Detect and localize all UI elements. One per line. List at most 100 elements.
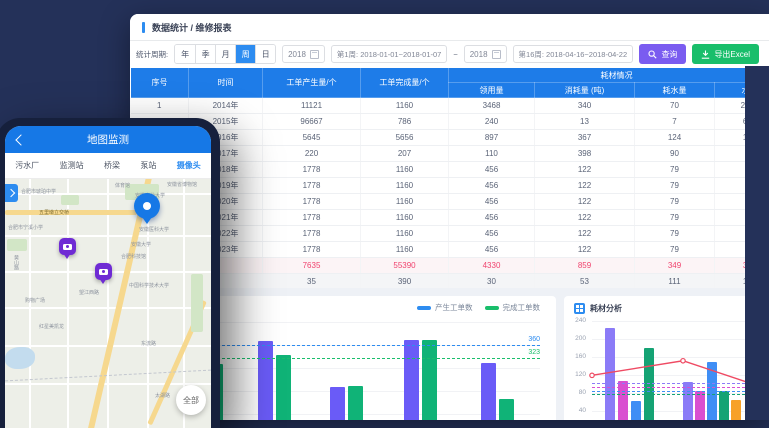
map-place-label: 合肥市琥珀中学 <box>21 188 56 195</box>
table-cell: 367 <box>535 130 635 146</box>
phone-navbar: 地图监测 <box>5 126 211 153</box>
table-row[interactable]: 102023年177811604561227967 <box>131 242 769 258</box>
table-cell: 340 <box>535 98 635 114</box>
table-cell: 79 <box>635 226 715 242</box>
table-cell: 1160 <box>361 178 449 194</box>
map-lake <box>5 347 35 369</box>
bar-completed[interactable] <box>348 386 363 420</box>
bar-produced[interactable] <box>330 387 345 420</box>
start-range-input[interactable]: 第1周: 2018-01-01~2018-01-07 <box>331 45 447 63</box>
selected-camera-pin[interactable] <box>134 193 160 219</box>
table-cell: 79 <box>635 210 715 226</box>
map-expand-button[interactable] <box>5 184 18 202</box>
period-segmented[interactable]: 年季月周日 <box>174 44 276 64</box>
phone-tab-泵站[interactable]: 泵站 <box>140 160 156 171</box>
table-row[interactable]: 52018年177811604561227967 <box>131 162 769 178</box>
map-park <box>61 195 79 205</box>
table-row[interactable]: 82021年177811604561227967 <box>131 210 769 226</box>
report-table-container: 序号时间工单产生量/个工单完成量/个耗材情况领用量消耗量 (吨)耗水量水量120… <box>130 67 769 290</box>
table-cell: 122 <box>535 178 635 194</box>
camera-icon <box>63 244 72 250</box>
bar-produced[interactable] <box>258 341 273 420</box>
calendar-icon <box>310 50 319 59</box>
table-cell: 1778 <box>263 226 361 242</box>
table-cell: 90 <box>635 146 715 162</box>
table-cell: 1778 <box>263 178 361 194</box>
phone-tab-摄像头[interactable]: 摄像头 <box>177 160 201 171</box>
map-park <box>191 274 203 332</box>
column-header: 时间 <box>189 68 263 98</box>
period-option-季[interactable]: 季 <box>195 45 215 63</box>
line-data-point[interactable] <box>590 373 594 377</box>
period-label: 统计周期: <box>136 49 168 60</box>
range-separator: ~ <box>453 50 457 59</box>
calendar-icon <box>492 50 501 59</box>
table-cell: 1 <box>131 98 189 114</box>
table-cell: 220 <box>263 146 361 162</box>
table-row[interactable]: 92022年177811604561227967 <box>131 226 769 242</box>
reference-line-label: 360 <box>528 336 540 343</box>
period-option-日[interactable]: 日 <box>255 45 275 63</box>
camera-marker[interactable] <box>95 263 112 280</box>
table-cell: 1778 <box>263 162 361 178</box>
table-row[interactable]: 72020年177811604561227967 <box>131 194 769 210</box>
table-row[interactable]: 22015年96667786240137690 <box>131 114 769 130</box>
period-option-周[interactable]: 周 <box>235 45 255 63</box>
start-year-select[interactable]: 2018 <box>282 45 325 63</box>
phone-tab-桥梁[interactable]: 桥梁 <box>104 160 120 171</box>
camera-marker[interactable] <box>59 238 76 255</box>
map-place-label: 合肥科技馆 <box>121 253 146 260</box>
bar-completed[interactable] <box>276 355 291 420</box>
table-cell: 7635 <box>263 258 361 274</box>
breadcrumb: 数据统计 / 维修报表 <box>130 14 769 41</box>
table-cell: 79 <box>635 162 715 178</box>
consumables-plot: 2402001601208040 <box>564 296 769 420</box>
map-all-button[interactable]: 全部 <box>176 385 206 415</box>
bar-produced[interactable] <box>481 363 496 420</box>
table-row[interactable]: 32016年56455656897367124129 <box>131 130 769 146</box>
map-view[interactable]: 全部 合肥市琥珀中学体育馆安徽农业大学安徽省博物馆五里墩立交桥安徽医科大学合肥市… <box>5 179 211 428</box>
export-excel-button[interactable]: 导出Excel <box>692 44 759 64</box>
phone-tab-污水厂[interactable]: 污水厂 <box>15 160 39 171</box>
period-option-月[interactable]: 月 <box>215 45 235 63</box>
table-cell: 5656 <box>361 130 449 146</box>
export-button-label: 导出Excel <box>714 49 750 60</box>
table-cell: 96667 <box>263 114 361 130</box>
reference-line-label: 323 <box>528 349 540 356</box>
period-option-年[interactable]: 年 <box>175 45 195 63</box>
table-row[interactable]: 12014年1112111603468340702500 <box>131 98 769 114</box>
bar-completed[interactable] <box>499 399 514 420</box>
table-cell: 55390 <box>361 258 449 274</box>
map-road <box>67 179 69 428</box>
column-header: 工单产生量/个 <box>263 68 361 98</box>
end-year-select[interactable]: 2018 <box>464 45 507 63</box>
table-cell: 1160 <box>361 210 449 226</box>
bar-produced[interactable] <box>404 340 419 420</box>
query-button[interactable]: 查询 <box>639 44 686 64</box>
line-data-point[interactable] <box>681 359 685 363</box>
search-icon <box>648 50 657 59</box>
dashboard-panel: 数据统计 / 维修报表 统计周期: 年季月周日 2018 第1周: 2018-0… <box>130 14 769 420</box>
end-range-input[interactable]: 第16周: 2018-04-16~2018-04-22 <box>513 45 634 63</box>
table-cell: 5645 <box>263 130 361 146</box>
table-cell: 110 <box>449 146 535 162</box>
map-place-label: 黄山路 <box>13 255 20 270</box>
map-place-label: 中国科学技术大学 <box>129 282 169 289</box>
query-button-label: 查询 <box>661 49 677 60</box>
bar-completed[interactable] <box>422 340 437 420</box>
background-overlay-band <box>745 66 769 420</box>
map-place-label: 购物广场 <box>25 297 45 304</box>
map-place-label: 红星美凯龙 <box>39 323 64 330</box>
table-row[interactable]: 42017年2202071103989019 <box>131 146 769 162</box>
table-cell: 859 <box>535 258 635 274</box>
breadcrumb-accent-bar <box>142 22 145 33</box>
table-cell: 122 <box>535 162 635 178</box>
back-chevron-icon[interactable] <box>15 134 26 145</box>
phone-screen: 地图监测 污水厂 监测站 桥梁 泵站 摄像头 全部 <box>5 126 211 428</box>
table-cell: 3468 <box>449 98 535 114</box>
phone-tab-监测站[interactable]: 监测站 <box>60 160 84 171</box>
sub-column-header: 消耗量 (吨) <box>535 83 635 98</box>
table-row[interactable]: 62019年177811604561227967 <box>131 178 769 194</box>
table-cell: 1160 <box>361 194 449 210</box>
phone-mockup: 地图监测 污水厂 监测站 桥梁 泵站 摄像头 全部 <box>0 118 220 428</box>
